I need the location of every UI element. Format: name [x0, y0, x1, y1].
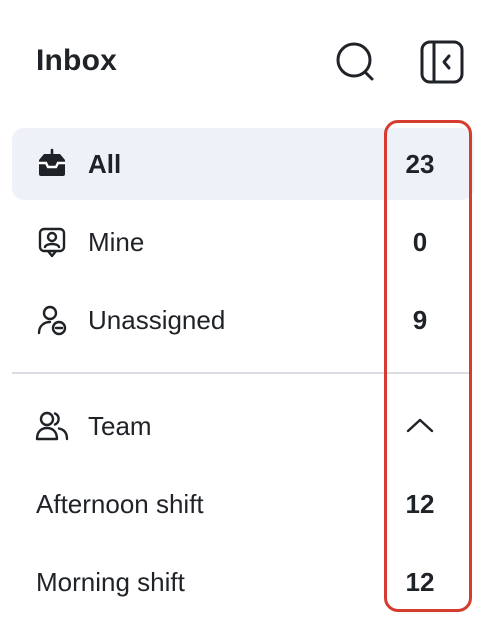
nav-item-label: All [88, 148, 122, 179]
team-item-count: 12 [405, 566, 435, 597]
sidebar-collapse-icon [420, 40, 464, 84]
nav-item-count: 0 [412, 226, 428, 257]
team-item-label: Morning shift [36, 566, 185, 597]
search-icon [336, 42, 374, 81]
sidebar-header: Inbox [0, 0, 493, 120]
nav-item-label: Unassigned [88, 304, 226, 335]
search-button[interactable] [330, 36, 382, 88]
user-minus-icon [34, 302, 70, 338]
collapse-sidebar-button[interactable] [416, 36, 468, 88]
nav-item-unassigned[interactable]: Unassigned 9 [12, 284, 474, 356]
team-item-morning-shift[interactable]: Morning shift 12 [12, 546, 474, 618]
chevron-up-icon[interactable] [390, 411, 450, 442]
page-title: Inbox [36, 44, 117, 77]
nav-item-label: Mine [88, 226, 145, 257]
team-section-toggle[interactable]: Team [12, 390, 474, 462]
inbox-icon [34, 146, 70, 182]
team-item-label: Afternoon shift [36, 488, 204, 519]
team-item-count: 12 [405, 488, 435, 519]
nav-item-count: 23 [405, 148, 435, 179]
inbox-sidebar: Inbox All 23 Mine 0 Unassigned 9 Team Af… [0, 0, 493, 624]
nav-item-mine[interactable]: Mine 0 [12, 206, 474, 278]
nav-item-all[interactable]: All 23 [12, 128, 474, 200]
nav-item-count: 9 [412, 304, 428, 335]
team-item-afternoon-shift[interactable]: Afternoon shift 12 [12, 468, 474, 540]
section-divider [12, 372, 472, 374]
users-icon [34, 408, 70, 444]
user-badge-icon [34, 224, 70, 260]
team-section-label: Team [88, 410, 152, 441]
